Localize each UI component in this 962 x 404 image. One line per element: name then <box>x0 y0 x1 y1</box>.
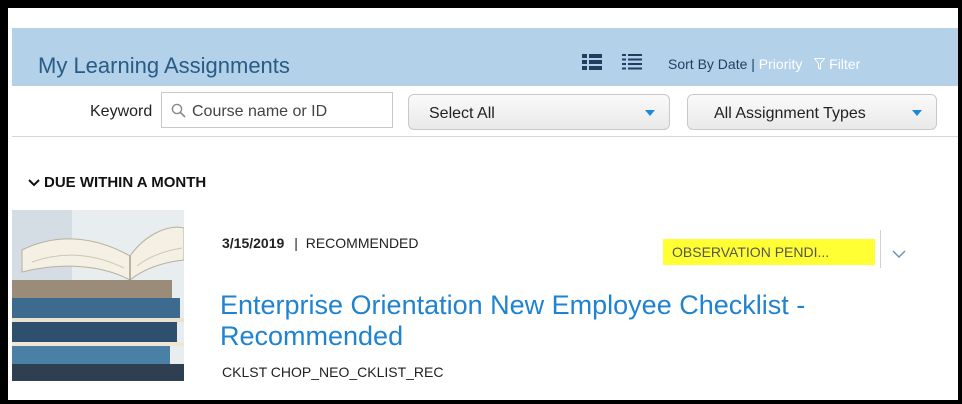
app-frame: My Learning Assignments Sort By Date | P… <box>8 8 958 400</box>
chevron-down-icon <box>912 110 922 116</box>
sort-by-date-link[interactable]: Sort By Date <box>668 56 747 72</box>
status-select-dropdown[interactable]: Select All <box>408 94 670 130</box>
section-collapse-chevron-icon <box>28 178 40 186</box>
section-toggle-due-within-month[interactable]: DUE WITHIN A MONTH <box>28 174 206 191</box>
filter-label: Filter <box>829 56 861 72</box>
search-placeholder: Course name or ID <box>192 103 328 120</box>
sort-controls: Sort By Date | Priority Filter <box>668 56 860 72</box>
course-thumbnail[interactable] <box>12 210 184 381</box>
assignment-type: RECOMMENDED <box>305 235 419 251</box>
filter-funnel-icon <box>813 58 826 70</box>
assignment-meta: 3/15/2019 | RECOMMENDED <box>222 235 419 251</box>
status-label: OBSERVATION PENDI... <box>672 244 830 260</box>
meta-separator: | <box>294 235 298 251</box>
assignment-types-label: All Assignment Types <box>714 105 866 122</box>
filter-button[interactable]: Filter <box>813 56 861 72</box>
divider <box>880 230 881 268</box>
search-input[interactable]: Course name or ID <box>161 92 393 128</box>
compact-list-view-icon[interactable] <box>622 54 642 75</box>
course-title-link[interactable]: Enterprise Orientation New Employee Chec… <box>220 290 920 352</box>
search-icon <box>171 103 186 118</box>
sort-separator: | <box>751 56 755 72</box>
page-title: My Learning Assignments <box>38 53 290 78</box>
keyword-label: Keyword <box>90 103 153 120</box>
list-view-icon[interactable] <box>582 54 602 75</box>
filter-bar: Keyword Course name or ID Select All All… <box>12 86 958 137</box>
status-select-label: Select All <box>429 105 495 122</box>
section-label: DUE WITHIN A MONTH <box>44 174 207 191</box>
due-date: 3/15/2019 <box>222 235 285 251</box>
course-code: CKLST CHOP_NEO_CKLIST_REC <box>222 364 444 380</box>
sort-by-priority-link[interactable]: Priority <box>759 56 803 72</box>
chevron-down-icon <box>645 110 655 116</box>
assignment-types-dropdown[interactable]: All Assignment Types <box>687 94 937 130</box>
status-badge: OBSERVATION PENDI... <box>663 239 875 265</box>
chevron-down-icon[interactable] <box>892 246 906 264</box>
page-header: My Learning Assignments Sort By Date | P… <box>12 28 958 86</box>
